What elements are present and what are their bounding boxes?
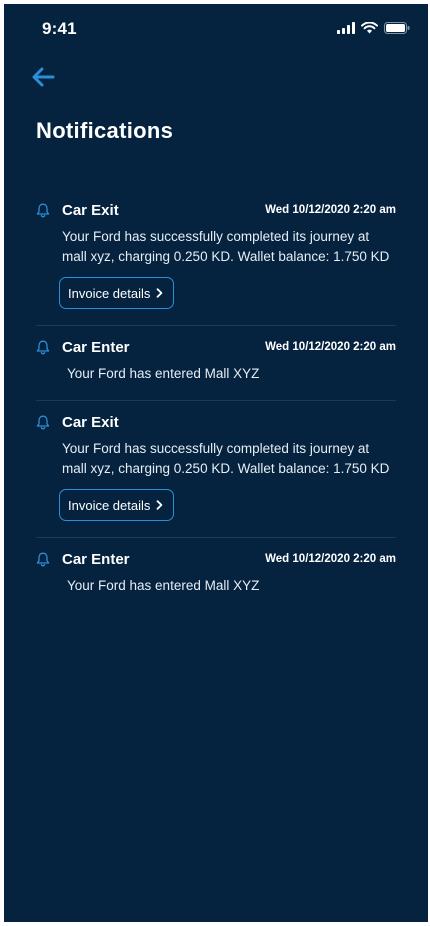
wifi-icon [361, 21, 378, 39]
invoice-details-button[interactable]: Invoice details [59, 277, 175, 309]
notification-message: Your Ford has successfully completed its… [62, 229, 390, 264]
battery-icon [384, 21, 410, 39]
chevron-right-icon [156, 500, 163, 510]
chevron-right-icon [156, 288, 163, 298]
status-bar: 9:41 [4, 4, 428, 54]
invoice-details-label: Invoice details [68, 285, 151, 301]
back-button[interactable] [26, 62, 60, 96]
bell-icon [36, 414, 52, 430]
notification-item[interactable]: Car Enter Wed 10/12/2020 2:20 am Your Fo… [36, 326, 396, 401]
notification-time: Wed 10/12/2020 2:20 am [265, 553, 396, 565]
page-title: Notifications [36, 118, 174, 143]
notification-header: Car Enter Wed 10/12/2020 2:20 am [36, 336, 396, 358]
notification-list: Car Exit Wed 10/12/2020 2:20 am Your For… [36, 189, 396, 612]
notification-header: Car Enter Wed 10/12/2020 2:20 am [36, 548, 396, 570]
app-screen: 9:41 Notifications Car Exit Wed 10/12/20… [4, 4, 428, 922]
status-icons [337, 21, 410, 39]
notification-message: Your Ford has entered Mall XYZ [67, 578, 260, 593]
notification-header: Car Exit Wed 10/12/2020 2:20 am [36, 199, 396, 221]
notification-header: Car Exit [36, 411, 396, 433]
notification-time: Wed 10/12/2020 2:20 am [265, 204, 396, 216]
notification-time: Wed 10/12/2020 2:20 am [265, 341, 396, 353]
notification-message: Your Ford has successfully completed its… [62, 441, 390, 476]
notification-message: Your Ford has entered Mall XYZ [67, 366, 260, 381]
invoice-details-label: Invoice details [68, 497, 151, 513]
notification-title: Car Exit [62, 413, 119, 431]
notification-title: Car Enter [62, 550, 130, 568]
notification-item[interactable]: Car Exit Wed 10/12/2020 2:20 am Your For… [36, 189, 396, 326]
status-time: 9:41 [42, 19, 77, 38]
notification-title: Car Enter [62, 338, 130, 356]
notification-item[interactable]: Car Exit Your Ford has successfully comp… [36, 401, 396, 538]
notification-title: Car Exit [62, 201, 119, 219]
cellular-signal-icon [337, 21, 355, 39]
bell-icon [36, 339, 52, 355]
bell-icon [36, 551, 52, 567]
invoice-details-button[interactable]: Invoice details [59, 489, 175, 521]
arrow-left-icon [31, 67, 55, 92]
notification-item[interactable]: Car Enter Wed 10/12/2020 2:20 am Your Fo… [36, 538, 396, 612]
bell-icon [36, 202, 52, 218]
